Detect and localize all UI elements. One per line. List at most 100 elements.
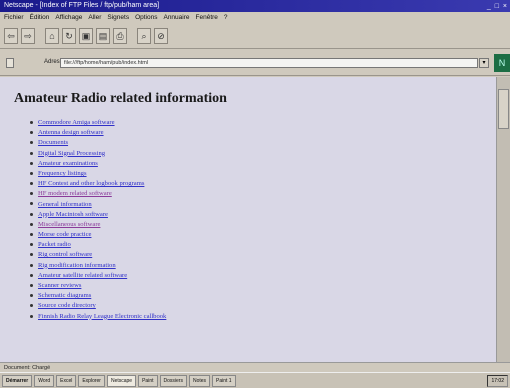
- link[interactable]: Scanner reviews: [38, 282, 81, 289]
- taskbar-item[interactable]: Notes: [188, 374, 211, 387]
- link[interactable]: Frequency listings: [38, 170, 87, 177]
- bullet-icon: [30, 253, 33, 257]
- bullet-icon: [30, 161, 33, 165]
- window-title: Netscape - [Index of FTP Files / ftp/pub…: [4, 2, 160, 9]
- taskbar-item[interactable]: Word: [34, 374, 55, 387]
- taskbar-item[interactable]: Explorer: [78, 374, 105, 387]
- link[interactable]: Rig control software: [38, 251, 92, 258]
- home-button[interactable]: ⌂: [45, 27, 59, 44]
- menu-item[interactable]: ?: [224, 14, 228, 21]
- bullet-icon: [30, 212, 33, 216]
- stop-button[interactable]: ⊘: [154, 27, 168, 44]
- find-button[interactable]: ⌕: [137, 27, 151, 44]
- address-input[interactable]: file:///ftp/home/ham/pub/index.html: [60, 58, 478, 68]
- menu-item[interactable]: Signets: [107, 14, 129, 21]
- clock: 17:02: [487, 374, 508, 387]
- link[interactable]: Amateur satellite related software: [38, 272, 127, 279]
- list-item: Amateur satellite related software: [30, 271, 166, 281]
- link[interactable]: Schematic diagrams: [38, 292, 91, 299]
- taskbar-item[interactable]: Paint: [138, 374, 158, 387]
- bullet-icon: [30, 243, 33, 247]
- netscape-logo-icon[interactable]: N: [494, 54, 510, 72]
- link[interactable]: Source code directory: [38, 302, 96, 309]
- menu-item[interactable]: Édition: [30, 14, 50, 21]
- link[interactable]: HF modem related software: [38, 190, 112, 197]
- back-button[interactable]: ⇦: [4, 27, 18, 44]
- list-item: Scanner reviews: [30, 281, 166, 291]
- bullet-icon: [30, 314, 33, 318]
- bullet-icon: [30, 192, 33, 196]
- list-item: Packet radio: [30, 240, 166, 250]
- page-icon[interactable]: [6, 58, 14, 68]
- list-item: Finnish Radio Relay League Electronic ca…: [30, 312, 166, 322]
- taskbar: Démarrer Word Excel Explorer Netscape Paint Do…: [0, 372, 510, 388]
- link[interactable]: Antenna design software: [38, 129, 104, 136]
- list-item: Amateur examinations: [30, 159, 166, 169]
- bullet-icon: [30, 182, 33, 186]
- list-item: Digital Signal Processing: [30, 149, 166, 159]
- title-bar: Netscape - [Index of FTP Files / ftp/pub…: [0, 0, 510, 12]
- link[interactable]: Morse code practice: [38, 231, 91, 238]
- bullet-icon: [30, 202, 33, 206]
- bullet-icon: [30, 283, 33, 287]
- list-item: General information: [30, 200, 166, 210]
- link[interactable]: HF Contest and other logbook programs: [38, 180, 144, 187]
- menu-item[interactable]: Affichage: [55, 14, 82, 21]
- start-button[interactable]: Démarrer: [2, 374, 33, 387]
- bullet-icon: [30, 263, 33, 267]
- bullet-icon: [30, 304, 33, 308]
- taskbar-item[interactable]: Excel: [56, 374, 77, 387]
- list-item: Rig modification information: [30, 261, 166, 271]
- list-item: Commodore Amiga software: [30, 118, 166, 128]
- link[interactable]: Amateur examinations: [38, 160, 98, 167]
- list-item: HF modem related software: [30, 189, 166, 199]
- menu-item[interactable]: Options: [135, 14, 157, 21]
- list-item: Schematic diagrams: [30, 291, 166, 301]
- link[interactable]: Packet radio: [38, 241, 71, 248]
- link-list: Commodore Amiga software Antenna design s…: [30, 118, 166, 322]
- browser-window: Netscape - [Index of FTP Files / ftp/pub…: [0, 0, 510, 388]
- menu-item[interactable]: Fichier: [4, 14, 24, 21]
- taskbar-item[interactable]: Dossiers: [159, 374, 187, 387]
- link[interactable]: Digital Signal Processing: [38, 150, 105, 157]
- link[interactable]: Finnish Radio Relay League Electronic ca…: [38, 313, 166, 320]
- link[interactable]: General information: [38, 201, 92, 208]
- status-text: Document: Chargé: [4, 365, 51, 371]
- address-dropdown-icon[interactable]: ▾: [479, 58, 489, 68]
- bullet-icon: [30, 151, 33, 155]
- taskbar-item[interactable]: Netscape: [106, 374, 137, 387]
- forward-button[interactable]: ⇨: [21, 27, 35, 44]
- list-item: Frequency listings: [30, 169, 166, 179]
- list-item: Antenna design software: [30, 128, 166, 138]
- bullet-icon: [30, 273, 33, 277]
- bullet-icon: [30, 222, 33, 226]
- vertical-scrollbar[interactable]: [496, 77, 510, 362]
- images-button[interactable]: ▣: [79, 27, 93, 44]
- taskbar-item[interactable]: Paint 1: [212, 374, 236, 387]
- list-item: HF Contest and other logbook programs: [30, 179, 166, 189]
- list-item: Miscellaneous software: [30, 220, 166, 230]
- link[interactable]: Miscellaneous software: [38, 221, 100, 228]
- toolbar: ⇦ ⇨ ⌂ ↻ ▣ ▤ ⎙ ⌕ ⊘: [0, 23, 510, 49]
- list-item: Morse code practice: [30, 230, 166, 240]
- link[interactable]: Rig modification information: [38, 262, 116, 269]
- menu-item[interactable]: Fenêtre: [196, 14, 218, 21]
- list-item: Documents: [30, 138, 166, 148]
- print-button[interactable]: ⎙: [113, 27, 127, 44]
- link[interactable]: Commodore Amiga software: [38, 119, 115, 126]
- menu-item[interactable]: Aller: [88, 14, 101, 21]
- address-bar: Adresse: file:///ftp/home/ham/pub/index.…: [0, 50, 510, 76]
- bullet-icon: [30, 171, 33, 175]
- reload-button[interactable]: ↻: [62, 27, 76, 44]
- open-button[interactable]: ▤: [96, 27, 110, 44]
- status-bar: Document: Chargé: [0, 362, 510, 372]
- page-title: Amateur Radio related information: [14, 91, 227, 106]
- list-item: Rig control software: [30, 250, 166, 260]
- list-item: Apple Macintosh software: [30, 210, 166, 220]
- bullet-icon: [30, 294, 33, 298]
- page-content: Amateur Radio related information Commod…: [0, 77, 496, 362]
- link[interactable]: Apple Macintosh software: [38, 211, 108, 218]
- scrollbar-thumb[interactable]: [498, 89, 509, 129]
- menu-item[interactable]: Annuaire: [163, 14, 189, 21]
- link[interactable]: Documents: [38, 139, 68, 146]
